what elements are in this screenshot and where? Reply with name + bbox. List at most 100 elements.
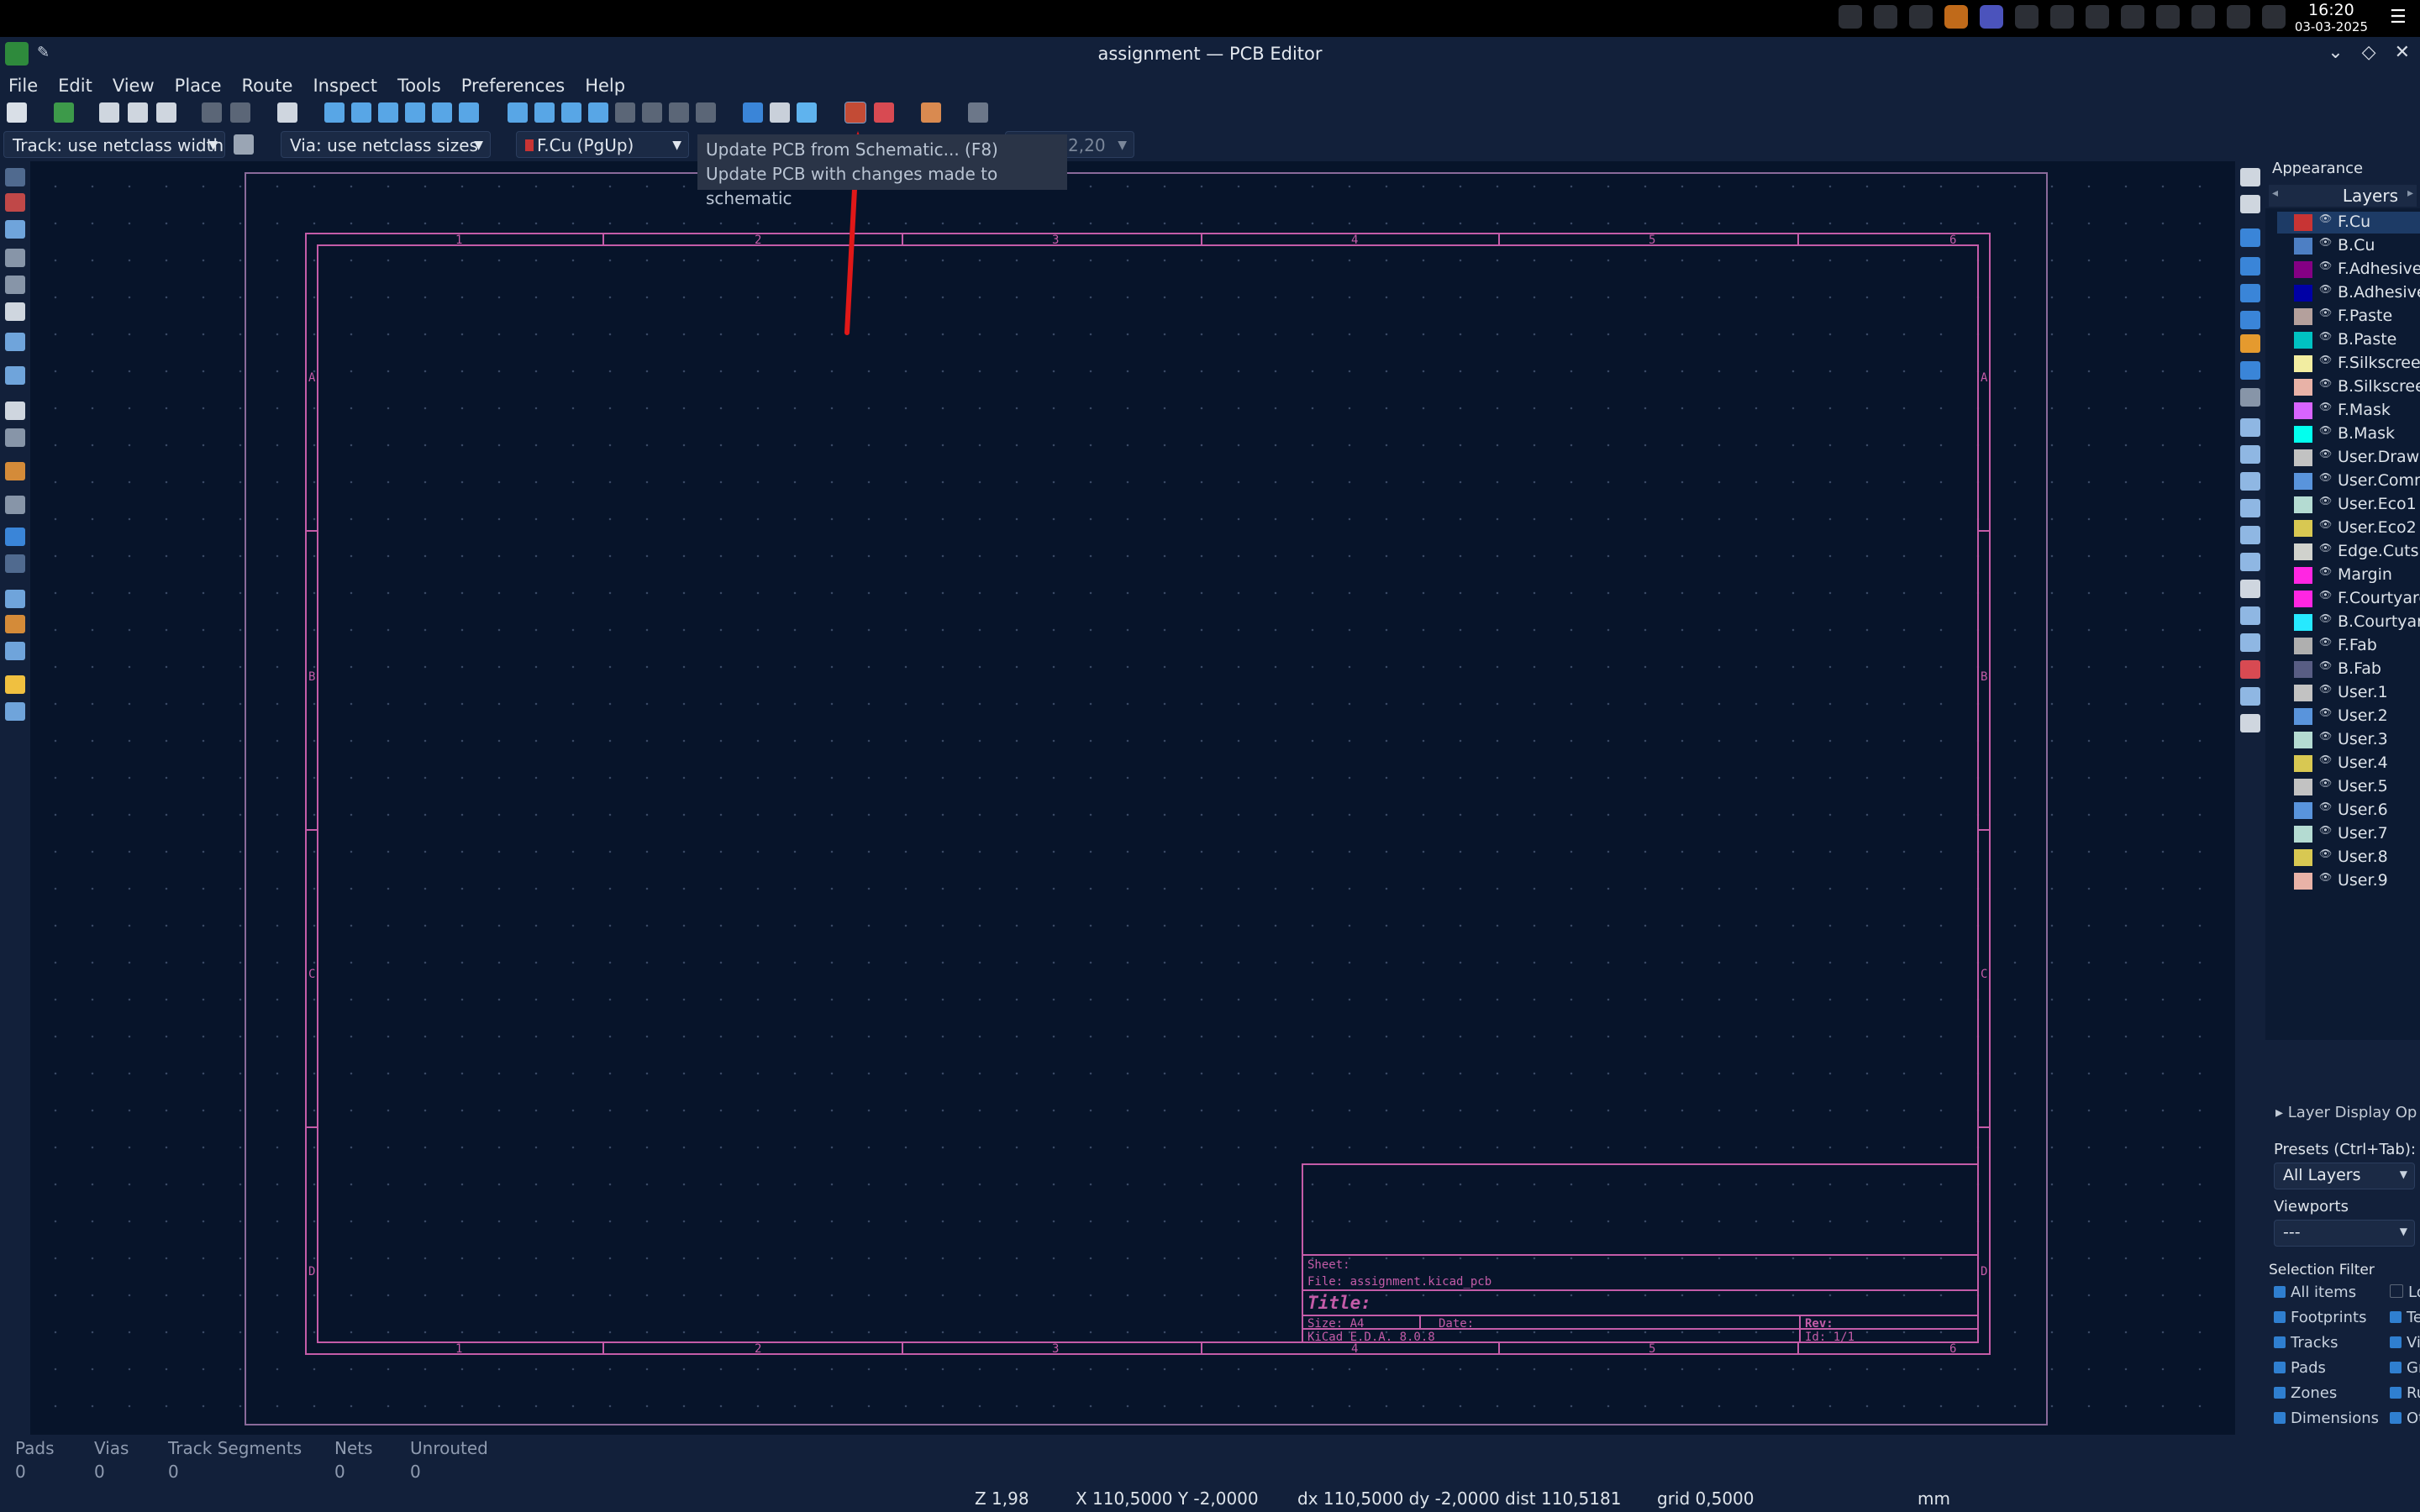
unlock-icon[interactable]	[696, 102, 716, 123]
eye-icon[interactable]: 👁	[2319, 659, 2332, 671]
battery-icon[interactable]	[2227, 5, 2250, 29]
menu-view[interactable]: View	[113, 72, 155, 99]
polar-coords-icon[interactable]	[5, 220, 25, 239]
layer-row-b-mask[interactable]: 👁 B.Mask	[2277, 423, 2420, 445]
checkbox-icon[interactable]	[2274, 1412, 2286, 1424]
checkbox-icon[interactable]	[2390, 1412, 2402, 1424]
discord-icon[interactable]	[1909, 5, 1933, 29]
menu-edit[interactable]: Edit	[58, 72, 92, 99]
ungroup-icon[interactable]	[642, 102, 662, 123]
eye-icon[interactable]: 👁	[2319, 495, 2332, 507]
drc-markers-icon[interactable]	[5, 193, 25, 212]
lock-icon[interactable]	[669, 102, 689, 123]
grid-toggle-icon[interactable]	[5, 168, 25, 186]
layer-row-user-4[interactable]: 👁 User.4	[2277, 753, 2420, 774]
schematic-editor-icon[interactable]	[921, 102, 941, 123]
layer-row-edge-cuts[interactable]: 👁 Edge.Cuts	[2277, 541, 2420, 563]
layer-row-f-adhesive[interactable]: 👁 F.Adhesive	[2277, 259, 2420, 281]
menu-tools[interactable]: Tools	[397, 72, 441, 99]
mils-icon[interactable]	[5, 276, 25, 294]
layer-row-user-5[interactable]: 👁 User.5	[2277, 776, 2420, 798]
add-text-icon[interactable]	[2240, 580, 2260, 598]
add-image-icon[interactable]	[2240, 553, 2260, 571]
layer-color-swatch[interactable]	[2294, 496, 2312, 513]
footprint-editor-icon[interactable]	[743, 102, 763, 123]
properties-panel-icon[interactable]	[5, 675, 25, 694]
delete-tool-icon[interactable]	[2240, 660, 2260, 679]
layer-color-swatch[interactable]	[2294, 732, 2312, 748]
show-pads-icon[interactable]	[5, 528, 25, 546]
checkbox-icon[interactable]	[2390, 1362, 2402, 1373]
layer-row-f-mask[interactable]: 👁 F.Mask	[2277, 400, 2420, 422]
footprint-browser-icon[interactable]	[770, 102, 790, 123]
layer-color-swatch[interactable]	[2294, 591, 2312, 607]
layer-color-swatch[interactable]	[2294, 685, 2312, 701]
eye-icon[interactable]: 👁	[2319, 471, 2332, 483]
rotate-cw-icon[interactable]	[534, 102, 555, 123]
layer-color-swatch[interactable]	[2294, 661, 2312, 678]
layer-color-swatch[interactable]	[2294, 214, 2312, 231]
filter-vias[interactable]: Vi	[2390, 1334, 2420, 1359]
eye-icon[interactable]: 👁	[2319, 612, 2332, 624]
filter-text[interactable]: Te	[2390, 1309, 2420, 1334]
zone-fill-icon[interactable]	[5, 590, 25, 608]
add-textbox-icon[interactable]	[2240, 606, 2260, 625]
show-vias-icon[interactable]	[5, 554, 25, 573]
refresh-icon[interactable]	[324, 102, 345, 123]
scripting-console-icon[interactable]	[968, 102, 988, 123]
tune-length-icon[interactable]	[2240, 311, 2260, 329]
brightness-icon[interactable]	[2156, 5, 2180, 29]
layer-color-swatch[interactable]	[2294, 708, 2312, 725]
layer-row-b-courtyard[interactable]: 👁 B.Courtyard	[2277, 612, 2420, 633]
cursor-shape-icon[interactable]	[5, 333, 25, 351]
checkbox-icon[interactable]	[2274, 1311, 2286, 1323]
checkbox-icon[interactable]	[2390, 1284, 2403, 1298]
layer-color-swatch[interactable]	[2294, 449, 2312, 466]
layer-row-b-cu[interactable]: 👁 B.Cu	[2277, 235, 2420, 257]
zoom-fit-icon[interactable]	[405, 102, 425, 123]
ratsnest-icon[interactable]	[5, 402, 25, 420]
clipboard-icon[interactable]	[2015, 5, 2039, 29]
redo-icon[interactable]	[230, 102, 250, 123]
eye-icon[interactable]: 👁	[2319, 753, 2332, 765]
layer-row-user-2[interactable]: 👁 User.2	[2277, 706, 2420, 727]
save-icon[interactable]	[7, 102, 27, 123]
plot-icon[interactable]	[156, 102, 176, 123]
steam-icon[interactable]	[1874, 5, 1897, 29]
layer-color-swatch[interactable]	[2294, 473, 2312, 490]
eye-icon[interactable]: 👁	[2319, 354, 2332, 365]
filter-other[interactable]: Ot	[2390, 1410, 2420, 1435]
eye-icon[interactable]: 👁	[2319, 518, 2332, 530]
eye-icon[interactable]: 👁	[2319, 871, 2332, 883]
eye-icon[interactable]: 👁	[2319, 801, 2332, 812]
checkbox-icon[interactable]	[2274, 1362, 2286, 1373]
eye-icon[interactable]: 👁	[2319, 448, 2332, 459]
layer-row-b-silkscreen[interactable]: 👁 B.Silkscreen	[2277, 376, 2420, 398]
route-track-icon[interactable]	[2240, 257, 2260, 276]
viewports-select[interactable]: --- ▼	[2274, 1220, 2415, 1247]
settings-icon[interactable]: ☰	[2390, 7, 2412, 29]
eye-icon[interactable]: 👁	[2319, 236, 2332, 248]
filter-tracks[interactable]: Tracks	[2274, 1334, 2400, 1359]
update-pcb-from-schematic-icon[interactable]	[844, 102, 866, 123]
filter-dimensions[interactable]: Dimensions	[2274, 1410, 2400, 1435]
add-dimension-icon[interactable]	[2240, 633, 2260, 652]
layer-display-options-toggle[interactable]: ▸ Layer Display Op	[2275, 1104, 2417, 1121]
3d-viewer-icon[interactable]	[797, 102, 817, 123]
eye-icon[interactable]: 👁	[2319, 377, 2332, 389]
pcb-canvas[interactable]: 1 2 3 4 5 6 1 2 3 4 5 6 A B C D A B C D …	[30, 161, 2235, 1435]
volume-icon[interactable]	[2086, 5, 2109, 29]
draw-circle-icon[interactable]	[2240, 499, 2260, 517]
menu-place[interactable]: Place	[175, 72, 222, 99]
via-size-select[interactable]: Via: use netclass sizes ▼	[281, 131, 491, 158]
zoom-out-icon[interactable]	[378, 102, 398, 123]
menu-route[interactable]: Route	[242, 72, 293, 99]
eye-icon[interactable]: 👁	[2319, 636, 2332, 648]
millimeters-icon[interactable]	[5, 302, 25, 321]
layer-row-user-drawings[interactable]: 👁 User.Drawings	[2277, 447, 2420, 469]
find-icon[interactable]	[277, 102, 297, 123]
add-via-icon[interactable]	[2240, 334, 2260, 353]
layer-row-f-cu[interactable]: 👁 F.Cu	[2277, 212, 2420, 234]
close-icon[interactable]: ✕	[2395, 42, 2410, 63]
track-sizes-icon[interactable]	[234, 134, 254, 155]
